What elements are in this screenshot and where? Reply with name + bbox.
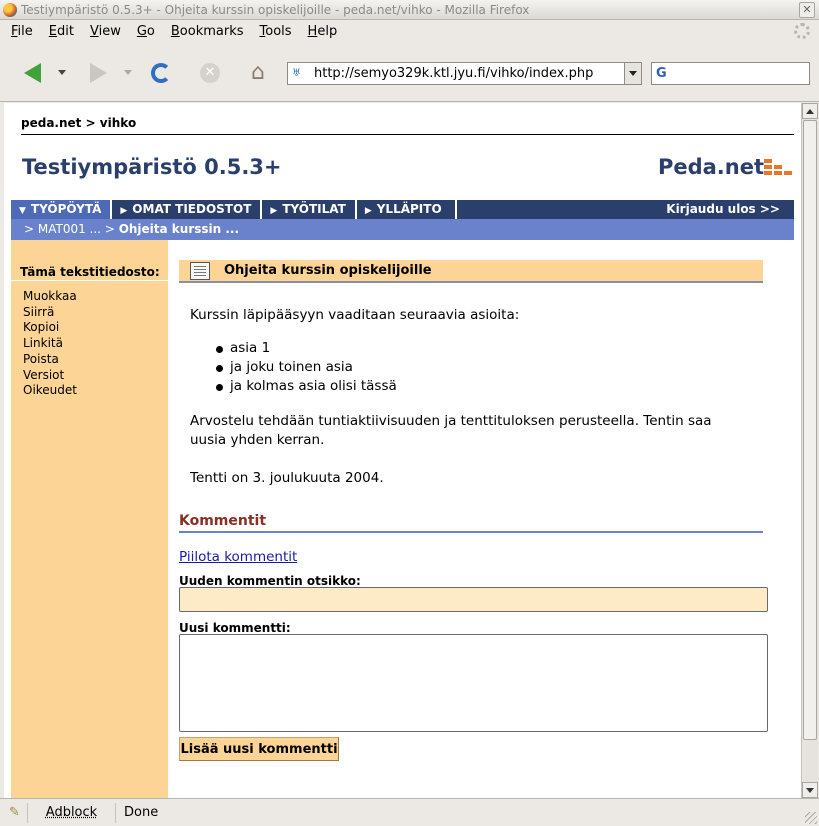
menu-edit[interactable]: Edit <box>41 24 82 39</box>
window-title: Testiympäristö 0.5.3+ - Ohjeita kurssin … <box>21 2 530 17</box>
page-viewport: peda.net > vihko Testiympäristö 0.5.3+ P… <box>4 103 801 798</box>
comments-heading: Kommentit <box>179 513 267 529</box>
scroll-down-button[interactable] <box>802 782 818 798</box>
subnav-path[interactable]: > MAT001 ... > <box>24 222 119 236</box>
search-box[interactable]: G <box>651 62 810 85</box>
exam-date-text: Tentti on 3. joulukuuta 2004. <box>190 470 384 486</box>
brand-logo-icon <box>764 159 793 176</box>
menu-file[interactable]: File <box>3 24 41 39</box>
sidebar-item-poista[interactable]: Poista <box>23 352 77 368</box>
breadcrumb: peda.net > vihko <box>21 116 137 130</box>
forward-history-dropdown[interactable] <box>124 70 132 75</box>
security-icon[interactable]: ✎ <box>2 802 28 823</box>
stop-icon: ✕ <box>200 63 220 83</box>
navigation-toolbar: ✕ ⌂ ♅ http://semyo329k.ktl.jyu.fi/vihko/… <box>0 42 819 102</box>
url-history-dropdown[interactable] <box>624 63 641 84</box>
intro-text: Kurssin läpipääsyyn vaaditaan seuraavia … <box>190 307 520 323</box>
sidebar-item-oikeudet[interactable]: Oikeudet <box>23 383 77 399</box>
site-favicon-icon: ♅ <box>292 67 301 79</box>
logout-link[interactable]: Kirjaudu ulos >> <box>666 200 794 219</box>
comment-body-label: Uusi kommentti: <box>179 621 291 635</box>
sidebar-item-muokkaa[interactable]: Muokkaa <box>23 289 77 305</box>
menu-view[interactable]: View <box>82 24 129 39</box>
document-header: Ohjeita kurssin opiskelijoille <box>179 260 763 283</box>
adblock-button[interactable]: Adblock <box>28 802 116 823</box>
comment-body-textarea[interactable] <box>179 634 768 732</box>
menu-help[interactable]: Help <box>300 24 346 39</box>
reload-icon <box>151 63 171 83</box>
subnav-current: Ohjeita kurssin ... <box>118 222 240 236</box>
text-document-icon <box>190 262 210 280</box>
comment-title-input[interactable] <box>179 587 768 612</box>
menu-tools[interactable]: Tools <box>252 24 300 39</box>
window-titlebar: Testiympäristö 0.5.3+ - Ohjeita kurssin … <box>0 0 819 20</box>
main-navigation: ▼ TYÖPÖYTÄ ▶ OMAT TIEDOSTOT ▶ TYÖTILAT ▶ YLL… <box>11 200 794 219</box>
sidebar-heading: Tämä tekstitiedosto: <box>11 263 168 281</box>
sidebar-item-versiot[interactable]: Versiot <box>23 368 77 384</box>
status-bar: ✎ Adblock Done <box>0 798 819 826</box>
forward-button[interactable] <box>84 60 112 86</box>
reload-button[interactable] <box>147 60 175 86</box>
page-title: Testiympäristö 0.5.3+ <box>22 155 282 179</box>
list-item: ja joku toinen asia <box>190 358 397 377</box>
close-window-button[interactable]: ✕ <box>799 2 815 18</box>
chevron-down-icon <box>806 787 814 793</box>
document-title: Ohjeita kurssin opiskelijoille <box>224 263 432 278</box>
forward-arrow-icon <box>89 63 107 83</box>
home-icon: ⌂ <box>251 60 265 85</box>
sidebar: Tämä tekstitiedosto: Muokkaa Siirrä Kopi… <box>11 240 168 798</box>
stop-button[interactable]: ✕ <box>196 60 224 86</box>
resize-grip-icon[interactable] <box>805 812 817 824</box>
list-item: asia 1 <box>190 339 397 358</box>
scroll-up-button[interactable] <box>802 103 818 119</box>
menu-go[interactable]: Go <box>129 24 163 39</box>
list-item: ja kolmas asia olisi tässä <box>190 377 397 396</box>
chevron-up-icon <box>806 108 814 114</box>
menu-bookmarks[interactable]: Bookmarks <box>163 24 252 39</box>
google-search-icon: G <box>656 66 667 81</box>
brand-name: Peda.net <box>657 155 764 179</box>
back-history-dropdown[interactable] <box>58 70 66 75</box>
address-bar[interactable]: ♅ http://semyo329k.ktl.jyu.fi/vihko/inde… <box>287 62 642 85</box>
header-divider <box>21 134 794 135</box>
back-arrow-icon <box>23 63 41 83</box>
tab-yllapito[interactable]: ▶ YLLÄPITO <box>357 200 457 219</box>
chevron-down-icon <box>629 71 637 76</box>
sidebar-item-siirra[interactable]: Siirrä <box>23 305 77 321</box>
url-text[interactable]: http://semyo329k.ktl.jyu.fi/vihko/index.… <box>314 66 593 81</box>
home-button[interactable]: ⌂ <box>244 60 272 86</box>
scrollbar-thumb[interactable] <box>803 120 817 740</box>
comments-divider <box>179 531 763 533</box>
sidebar-actions: Muokkaa Siirrä Kopioi Linkitä Poista Ver… <box>23 289 77 399</box>
grading-text: Arvostelu tehdään tuntiaktiivisuuden ja … <box>190 413 712 448</box>
sidebar-item-kopioi[interactable]: Kopioi <box>23 320 77 336</box>
menu-bar: File Edit View Go Bookmarks Tools Help <box>0 20 819 42</box>
tab-tyopoyta[interactable]: ▼ TYÖPÖYTÄ <box>11 200 113 219</box>
throbber-icon <box>794 23 810 39</box>
status-text: Done <box>124 805 159 820</box>
tab-omat-tiedostot[interactable]: ▶ OMAT TIEDOSTOT <box>112 200 263 219</box>
firefox-icon <box>3 2 17 17</box>
comment-title-label: Uuden kommentin otsikko: <box>179 574 361 588</box>
sidebar-item-linkita[interactable]: Linkitä <box>23 336 77 352</box>
hide-comments-link[interactable]: Piilota kommentit <box>179 549 297 565</box>
tab-tyotilat[interactable]: ▶ TYÖTILAT <box>262 200 357 219</box>
requirements-list: asia 1 ja joku toinen asia ja kolmas asi… <box>190 339 397 396</box>
vertical-scrollbar[interactable] <box>801 103 818 798</box>
sub-breadcrumb: > MAT001 ... > Ohjeita kurssin ... <box>11 219 794 240</box>
back-button[interactable] <box>18 60 46 86</box>
add-comment-button[interactable]: Lisää uusi kommentti <box>179 737 339 761</box>
